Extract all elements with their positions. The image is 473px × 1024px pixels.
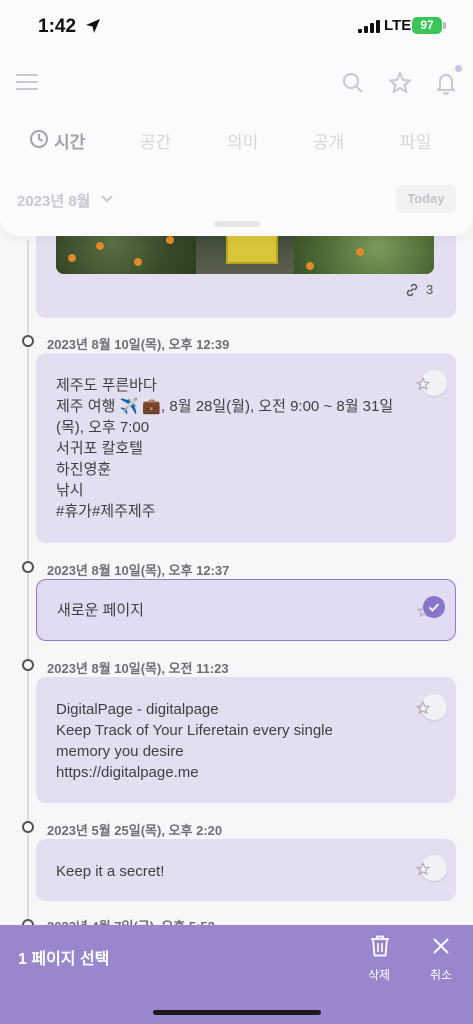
delete-button[interactable]: 삭제 bbox=[368, 966, 390, 983]
entry-content: 제주도 푸른바다 제주 여행 ✈️ 💼, 8월 28일(월), 오전 9:00 … bbox=[56, 377, 394, 520]
tab-file[interactable]: 파일 bbox=[400, 128, 431, 153]
favorite-star-icon[interactable] bbox=[416, 377, 430, 391]
selected-check-icon[interactable] bbox=[423, 596, 445, 618]
tab-public[interactable]: 공개 bbox=[313, 128, 344, 153]
timeline-dot bbox=[22, 561, 34, 573]
tab-meaning[interactable]: 의미 bbox=[227, 128, 258, 153]
entry-card-photo[interactable]: 3 bbox=[36, 228, 456, 318]
today-button[interactable]: Today bbox=[396, 185, 456, 213]
entry-date: 2023년 5월 25일(목), 오후 2:20 bbox=[47, 823, 223, 838]
network-type: LTE bbox=[384, 17, 412, 34]
top-panel: 시간 공간 의미 공개 파일 2023년 8월 Today bbox=[0, 54, 473, 236]
link-count: 3 bbox=[426, 282, 434, 297]
star-icon[interactable] bbox=[388, 71, 412, 95]
bell-icon[interactable] bbox=[434, 71, 458, 95]
selection-count: 1 페이지 선택 bbox=[18, 951, 110, 968]
status-bar: 1:42 LTE 97 bbox=[0, 0, 473, 54]
tab-label: 시간 bbox=[54, 133, 86, 152]
selection-action-bar: 1 페이지 선택 삭제 취소 bbox=[0, 925, 473, 1024]
home-indicator bbox=[153, 1010, 321, 1015]
notification-badge bbox=[455, 65, 462, 72]
entry-card[interactable]: 제주도 푸른바다 제주 여행 ✈️ 💼, 8월 28일(월), 오전 9:00 … bbox=[36, 353, 456, 543]
entry-card[interactable]: Keep it a secret! bbox=[36, 839, 456, 901]
chevron-down-icon[interactable] bbox=[100, 194, 114, 204]
history-icon bbox=[30, 130, 48, 148]
search-icon[interactable] bbox=[342, 72, 364, 94]
month-selector[interactable]: 2023년 8월 bbox=[17, 190, 90, 211]
entry-card[interactable]: DigitalPage - digitalpage Keep Track of … bbox=[36, 677, 456, 803]
timeline-dot bbox=[22, 335, 34, 347]
drag-handle[interactable] bbox=[214, 221, 260, 227]
hamburger-menu-icon[interactable] bbox=[16, 72, 38, 92]
entry-card-selected[interactable]: 새로운 페이지 bbox=[36, 579, 456, 641]
signal-icon bbox=[358, 20, 380, 33]
entry-date: 2023년 8월 10일(목), 오후 12:39 bbox=[47, 337, 230, 352]
cancel-button[interactable]: 취소 bbox=[430, 966, 452, 983]
trash-icon[interactable] bbox=[370, 935, 390, 957]
entry-content: DigitalPage - digitalpage Keep Track of … bbox=[56, 701, 333, 781]
link-icon bbox=[406, 283, 418, 297]
entry-date: 2023년 8월 10일(목), 오후 12:37 bbox=[47, 563, 230, 578]
entry-content: Keep it a secret! bbox=[56, 863, 165, 880]
favorite-star-icon[interactable] bbox=[416, 701, 430, 715]
battery-icon: 97 bbox=[412, 17, 442, 34]
battery-tip bbox=[443, 22, 446, 29]
status-time: 1:42 bbox=[38, 16, 77, 37]
timeline-dot bbox=[22, 821, 34, 833]
tab-space[interactable]: 공간 bbox=[140, 128, 171, 153]
entry-date: 2023년 8월 10일(목), 오전 11:23 bbox=[47, 661, 229, 676]
entry-content: 새로운 페이지 bbox=[57, 602, 144, 619]
timeline-dot bbox=[22, 659, 34, 671]
favorite-star-icon[interactable] bbox=[416, 862, 430, 876]
close-icon[interactable] bbox=[432, 937, 450, 955]
location-arrow-icon bbox=[86, 19, 100, 33]
